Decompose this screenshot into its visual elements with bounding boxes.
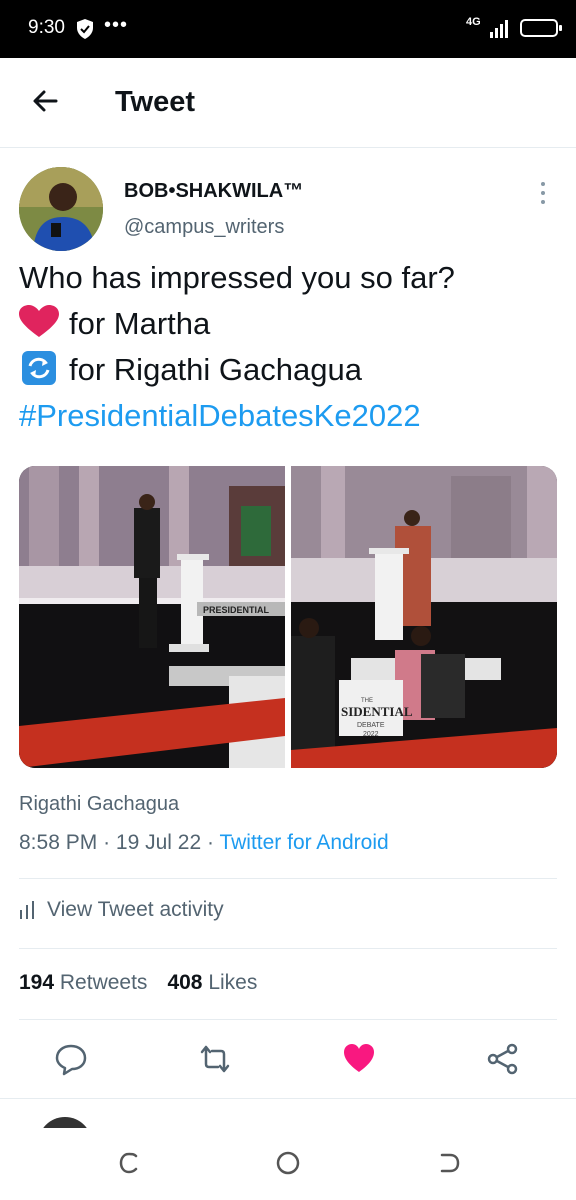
author-name[interactable]: BOB•SHAKWILA™ bbox=[124, 180, 303, 203]
tweet-source-link[interactable]: Twitter for Android bbox=[219, 831, 388, 854]
status-time: 9:30 bbox=[28, 17, 65, 38]
author-handle[interactable]: @campus_writers bbox=[124, 216, 284, 239]
status-bar: 9:30 ••• 4G bbox=[0, 0, 576, 58]
media-photo-rigathi[interactable]: PRESIDENTIAL bbox=[19, 466, 285, 768]
retweets-stat[interactable]: 194 Retweets bbox=[19, 971, 147, 994]
likes-stat[interactable]: 408 Likes bbox=[167, 971, 257, 994]
reply-icon[interactable] bbox=[54, 1042, 88, 1076]
red-heart-icon bbox=[19, 305, 59, 337]
tweet-time: 8:58 PM bbox=[19, 831, 98, 854]
avatar bbox=[38, 1117, 92, 1128]
avatar[interactable] bbox=[19, 167, 103, 251]
tweet-date: 19 Jul 22 bbox=[115, 831, 202, 854]
like-count: 408 bbox=[167, 971, 203, 994]
tweet-text-line: for Martha bbox=[19, 301, 559, 347]
podium-text: DEBATE bbox=[357, 722, 385, 729]
notification-dots: ••• bbox=[104, 14, 129, 36]
retweet-icon[interactable] bbox=[198, 1042, 232, 1076]
more-vertical-icon[interactable] bbox=[534, 180, 552, 206]
battery-icon bbox=[520, 19, 562, 37]
next-reply-preview[interactable] bbox=[0, 1098, 576, 1128]
signal-icon bbox=[490, 20, 508, 38]
system-nav-bar bbox=[0, 1128, 576, 1200]
repeat-button-icon bbox=[22, 351, 56, 385]
avatar-image bbox=[19, 167, 103, 251]
heart-icon[interactable] bbox=[342, 1042, 376, 1076]
divider bbox=[19, 1019, 557, 1020]
page-title: Tweet bbox=[115, 86, 196, 118]
back-nav-icon[interactable] bbox=[436, 1150, 462, 1176]
share-icon[interactable] bbox=[486, 1042, 520, 1076]
like-label: Likes bbox=[208, 971, 258, 994]
page-header: Tweet bbox=[0, 58, 576, 148]
media-caption: Rigathi Gachagua bbox=[19, 793, 180, 815]
tweet-text-martha: for Martha bbox=[69, 306, 211, 341]
shield-icon bbox=[77, 19, 93, 39]
retweet-label: Retweets bbox=[59, 971, 148, 994]
tweet-text-rigathi: for Rigathi Gachagua bbox=[69, 352, 362, 387]
arrow-left-icon[interactable] bbox=[30, 86, 60, 116]
hashtag-link[interactable]: #PresidentialDebatesKe2022 bbox=[19, 393, 559, 439]
podium-text: SIDENTIAL bbox=[341, 704, 413, 719]
podium-text: PRESIDENTIAL bbox=[203, 605, 270, 615]
separator: · bbox=[103, 831, 111, 854]
network-type: 4G bbox=[466, 16, 481, 28]
tweet-actions bbox=[0, 1030, 576, 1090]
view-activity-label: View Tweet activity bbox=[47, 898, 224, 921]
media-photo-martha[interactable]: THE SIDENTIAL DEBATE 2022 bbox=[291, 466, 557, 768]
divider bbox=[19, 948, 557, 949]
tweet-text-line: Who has impressed you so far? bbox=[19, 260, 455, 295]
podium-text: 2022 bbox=[363, 731, 379, 738]
divider bbox=[19, 878, 557, 879]
tweet-text-line: for Rigathi Gachagua bbox=[19, 347, 559, 393]
recent-apps-icon[interactable] bbox=[116, 1150, 142, 1176]
bar-chart-icon bbox=[20, 901, 34, 919]
home-icon[interactable] bbox=[275, 1150, 301, 1176]
view-activity-button[interactable]: View Tweet activity bbox=[19, 898, 224, 922]
retweet-count: 194 bbox=[19, 971, 55, 994]
separator: · bbox=[206, 831, 214, 854]
tweet-stats: 194 Retweets 408 Likes bbox=[19, 971, 257, 995]
tweet-media: PRESIDENTIAL THE SIDENTIAL DEBATE 2022 bbox=[19, 466, 557, 768]
tweet-timestamp: 8:58 PM · 19 Jul 22 · Twitter for Androi… bbox=[19, 831, 389, 855]
tweet-text: Who has impressed you so far? for Martha… bbox=[19, 255, 559, 439]
